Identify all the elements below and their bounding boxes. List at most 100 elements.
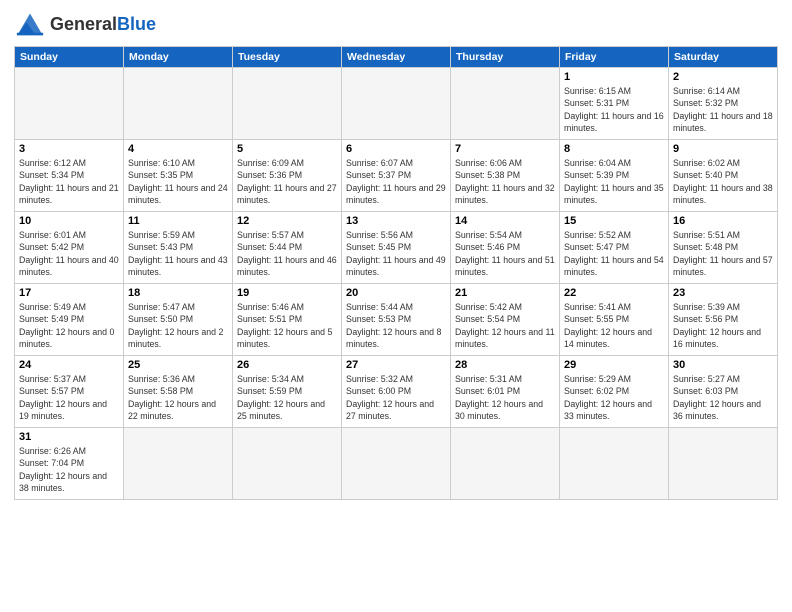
cell-sun-info: Sunrise: 5:54 AM Sunset: 5:46 PM Dayligh… bbox=[455, 229, 555, 278]
cell-day-number: 17 bbox=[19, 287, 119, 299]
calendar-cell: 12Sunrise: 5:57 AM Sunset: 5:44 PM Dayli… bbox=[233, 212, 342, 284]
calendar-cell: 20 Sunrise: 5:44 AM Sunset: 5:53 PM Dayli… bbox=[342, 284, 451, 356]
cell-day-number: 13 bbox=[346, 215, 446, 227]
cell-sun-info: Sunrise: 6:06 AM Sunset: 5:38 PM Dayligh… bbox=[455, 157, 555, 206]
weekday-header-tuesday: Tuesday bbox=[233, 47, 342, 68]
cell-day-number: 20 bbox=[346, 287, 446, 299]
cell-day-number: 22 bbox=[564, 287, 664, 299]
cell-day-number: 12 bbox=[237, 215, 337, 227]
calendar-cell: 2 Sunrise: 6:14 AM Sunset: 5:32 PM Daylig… bbox=[669, 68, 778, 140]
calendar-cell: 16 Sunrise: 5:51 AM Sunset: 5:48 PM Dayli… bbox=[669, 212, 778, 284]
calendar-cell: 6 Sunrise: 6:07 AM Sunset: 5:37 PM Daylig… bbox=[342, 140, 451, 212]
cell-sun-info: Sunrise: 6:10 AM Sunset: 5:35 PM Dayligh… bbox=[128, 157, 228, 206]
weekday-header-monday: Monday bbox=[124, 47, 233, 68]
cell-sun-info: Sunrise: 5:47 AM Sunset: 5:50 PM Dayligh… bbox=[128, 301, 228, 350]
calendar-cell: 27Sunrise: 5:32 AM Sunset: 6:00 PM Dayli… bbox=[342, 356, 451, 428]
cell-day-number: 25 bbox=[128, 359, 228, 371]
cell-sun-info: Sunrise: 6:09 AM Sunset: 5:36 PM Dayligh… bbox=[237, 157, 337, 206]
cell-day-number: 5 bbox=[237, 143, 337, 155]
cell-day-number: 3 bbox=[19, 143, 119, 155]
calendar-cell: 1Sunrise: 6:15 AM Sunset: 5:31 PM Daylig… bbox=[560, 68, 669, 140]
cell-day-number: 1 bbox=[564, 71, 664, 83]
cell-sun-info: Sunrise: 6:14 AM Sunset: 5:32 PM Dayligh… bbox=[673, 85, 773, 134]
weekday-header-saturday: Saturday bbox=[669, 47, 778, 68]
cell-sun-info: Sunrise: 5:36 AM Sunset: 5:58 PM Dayligh… bbox=[128, 373, 228, 422]
weekday-header-wednesday: Wednesday bbox=[342, 47, 451, 68]
calendar-cell: 29Sunrise: 5:29 AM Sunset: 6:02 PM Dayli… bbox=[560, 356, 669, 428]
calendar-cell: 26 Sunrise: 5:34 AM Sunset: 5:59 PM Dayli… bbox=[233, 356, 342, 428]
cell-sun-info: Sunrise: 5:34 AM Sunset: 5:59 PM Dayligh… bbox=[237, 373, 337, 422]
cell-sun-info: Sunrise: 5:42 AM Sunset: 5:54 PM Dayligh… bbox=[455, 301, 555, 350]
cell-day-number: 11 bbox=[128, 215, 228, 227]
calendar-cell: 3 Sunrise: 6:12 AM Sunset: 5:34 PM Daylig… bbox=[15, 140, 124, 212]
cell-sun-info: Sunrise: 5:49 AM Sunset: 5:49 PM Dayligh… bbox=[19, 301, 119, 350]
page-header: GeneralBlue bbox=[14, 10, 778, 38]
cell-day-number: 23 bbox=[673, 287, 773, 299]
calendar-cell bbox=[451, 68, 560, 140]
cell-day-number: 9 bbox=[673, 143, 773, 155]
cell-sun-info: Sunrise: 5:37 AM Sunset: 5:57 PM Dayligh… bbox=[19, 373, 119, 422]
cell-sun-info: Sunrise: 6:07 AM Sunset: 5:37 PM Dayligh… bbox=[346, 157, 446, 206]
cell-day-number: 16 bbox=[673, 215, 773, 227]
cell-day-number: 4 bbox=[128, 143, 228, 155]
calendar-cell: 7 Sunrise: 6:06 AM Sunset: 5:38 PM Daylig… bbox=[451, 140, 560, 212]
calendar-cell: 19 Sunrise: 5:46 AM Sunset: 5:51 PM Dayli… bbox=[233, 284, 342, 356]
cell-sun-info: Sunrise: 5:56 AM Sunset: 5:45 PM Dayligh… bbox=[346, 229, 446, 278]
weekday-header-friday: Friday bbox=[560, 47, 669, 68]
cell-sun-info: Sunrise: 6:26 AM Sunset: 7:04 PM Dayligh… bbox=[19, 445, 119, 494]
cell-day-number: 15 bbox=[564, 215, 664, 227]
calendar-cell: 30 Sunrise: 5:27 AM Sunset: 6:03 PM Dayli… bbox=[669, 356, 778, 428]
calendar-cell: 28Sunrise: 5:31 AM Sunset: 6:01 PM Dayli… bbox=[451, 356, 560, 428]
weekday-header-sunday: Sunday bbox=[15, 47, 124, 68]
calendar-cell: 22 Sunrise: 5:41 AM Sunset: 5:55 PM Dayli… bbox=[560, 284, 669, 356]
calendar-cell: 31 Sunrise: 6:26 AM Sunset: 7:04 PM Dayli… bbox=[15, 428, 124, 500]
calendar-cell: 10 Sunrise: 6:01 AM Sunset: 5:42 PM Dayli… bbox=[15, 212, 124, 284]
cell-day-number: 6 bbox=[346, 143, 446, 155]
calendar-cell: 8 Sunrise: 6:04 AM Sunset: 5:39 PM Daylig… bbox=[560, 140, 669, 212]
cell-day-number: 8 bbox=[564, 143, 664, 155]
calendar-cell bbox=[124, 428, 233, 500]
calendar-cell: 4 Sunrise: 6:10 AM Sunset: 5:35 PM Daylig… bbox=[124, 140, 233, 212]
cell-day-number: 7 bbox=[455, 143, 555, 155]
calendar-cell: 24 Sunrise: 5:37 AM Sunset: 5:57 PM Dayli… bbox=[15, 356, 124, 428]
logo: GeneralBlue bbox=[14, 10, 156, 38]
calendar-cell: 17 Sunrise: 5:49 AM Sunset: 5:49 PM Dayli… bbox=[15, 284, 124, 356]
cell-sun-info: Sunrise: 5:52 AM Sunset: 5:47 PM Dayligh… bbox=[564, 229, 664, 278]
calendar-cell: 21Sunrise: 5:42 AM Sunset: 5:54 PM Dayli… bbox=[451, 284, 560, 356]
calendar-cell: 11 Sunrise: 5:59 AM Sunset: 5:43 PM Dayli… bbox=[124, 212, 233, 284]
calendar-cell: 25 Sunrise: 5:36 AM Sunset: 5:58 PM Dayli… bbox=[124, 356, 233, 428]
calendar-cell bbox=[233, 428, 342, 500]
calendar-cell bbox=[342, 428, 451, 500]
cell-day-number: 30 bbox=[673, 359, 773, 371]
cell-sun-info: Sunrise: 6:04 AM Sunset: 5:39 PM Dayligh… bbox=[564, 157, 664, 206]
calendar-cell: 15 Sunrise: 5:52 AM Sunset: 5:47 PM Dayli… bbox=[560, 212, 669, 284]
cell-sun-info: Sunrise: 5:46 AM Sunset: 5:51 PM Dayligh… bbox=[237, 301, 337, 350]
cell-day-number: 27 bbox=[346, 359, 446, 371]
cell-day-number: 31 bbox=[19, 431, 119, 443]
cell-sun-info: Sunrise: 5:44 AM Sunset: 5:53 PM Dayligh… bbox=[346, 301, 446, 350]
calendar-cell: 18 Sunrise: 5:47 AM Sunset: 5:50 PM Dayli… bbox=[124, 284, 233, 356]
cell-sun-info: Sunrise: 5:51 AM Sunset: 5:48 PM Dayligh… bbox=[673, 229, 773, 278]
weekday-header-thursday: Thursday bbox=[451, 47, 560, 68]
cell-day-number: 26 bbox=[237, 359, 337, 371]
cell-sun-info: Sunrise: 5:31 AM Sunset: 6:01 PM Dayligh… bbox=[455, 373, 555, 422]
logo-text: GeneralBlue bbox=[50, 15, 156, 33]
cell-sun-info: Sunrise: 5:59 AM Sunset: 5:43 PM Dayligh… bbox=[128, 229, 228, 278]
calendar-cell bbox=[15, 68, 124, 140]
cell-day-number: 2 bbox=[673, 71, 773, 83]
calendar-cell bbox=[342, 68, 451, 140]
logo-icon bbox=[14, 10, 46, 38]
cell-sun-info: Sunrise: 5:27 AM Sunset: 6:03 PM Dayligh… bbox=[673, 373, 773, 422]
calendar-cell bbox=[233, 68, 342, 140]
calendar-cell: 13 Sunrise: 5:56 AM Sunset: 5:45 PM Dayli… bbox=[342, 212, 451, 284]
calendar-cell: 14Sunrise: 5:54 AM Sunset: 5:46 PM Dayli… bbox=[451, 212, 560, 284]
cell-day-number: 19 bbox=[237, 287, 337, 299]
cell-sun-info: Sunrise: 5:41 AM Sunset: 5:55 PM Dayligh… bbox=[564, 301, 664, 350]
calendar-cell bbox=[560, 428, 669, 500]
cell-day-number: 24 bbox=[19, 359, 119, 371]
cell-day-number: 10 bbox=[19, 215, 119, 227]
cell-sun-info: Sunrise: 6:12 AM Sunset: 5:34 PM Dayligh… bbox=[19, 157, 119, 206]
cell-sun-info: Sunrise: 6:01 AM Sunset: 5:42 PM Dayligh… bbox=[19, 229, 119, 278]
cell-day-number: 18 bbox=[128, 287, 228, 299]
cell-sun-info: Sunrise: 5:39 AM Sunset: 5:56 PM Dayligh… bbox=[673, 301, 773, 350]
